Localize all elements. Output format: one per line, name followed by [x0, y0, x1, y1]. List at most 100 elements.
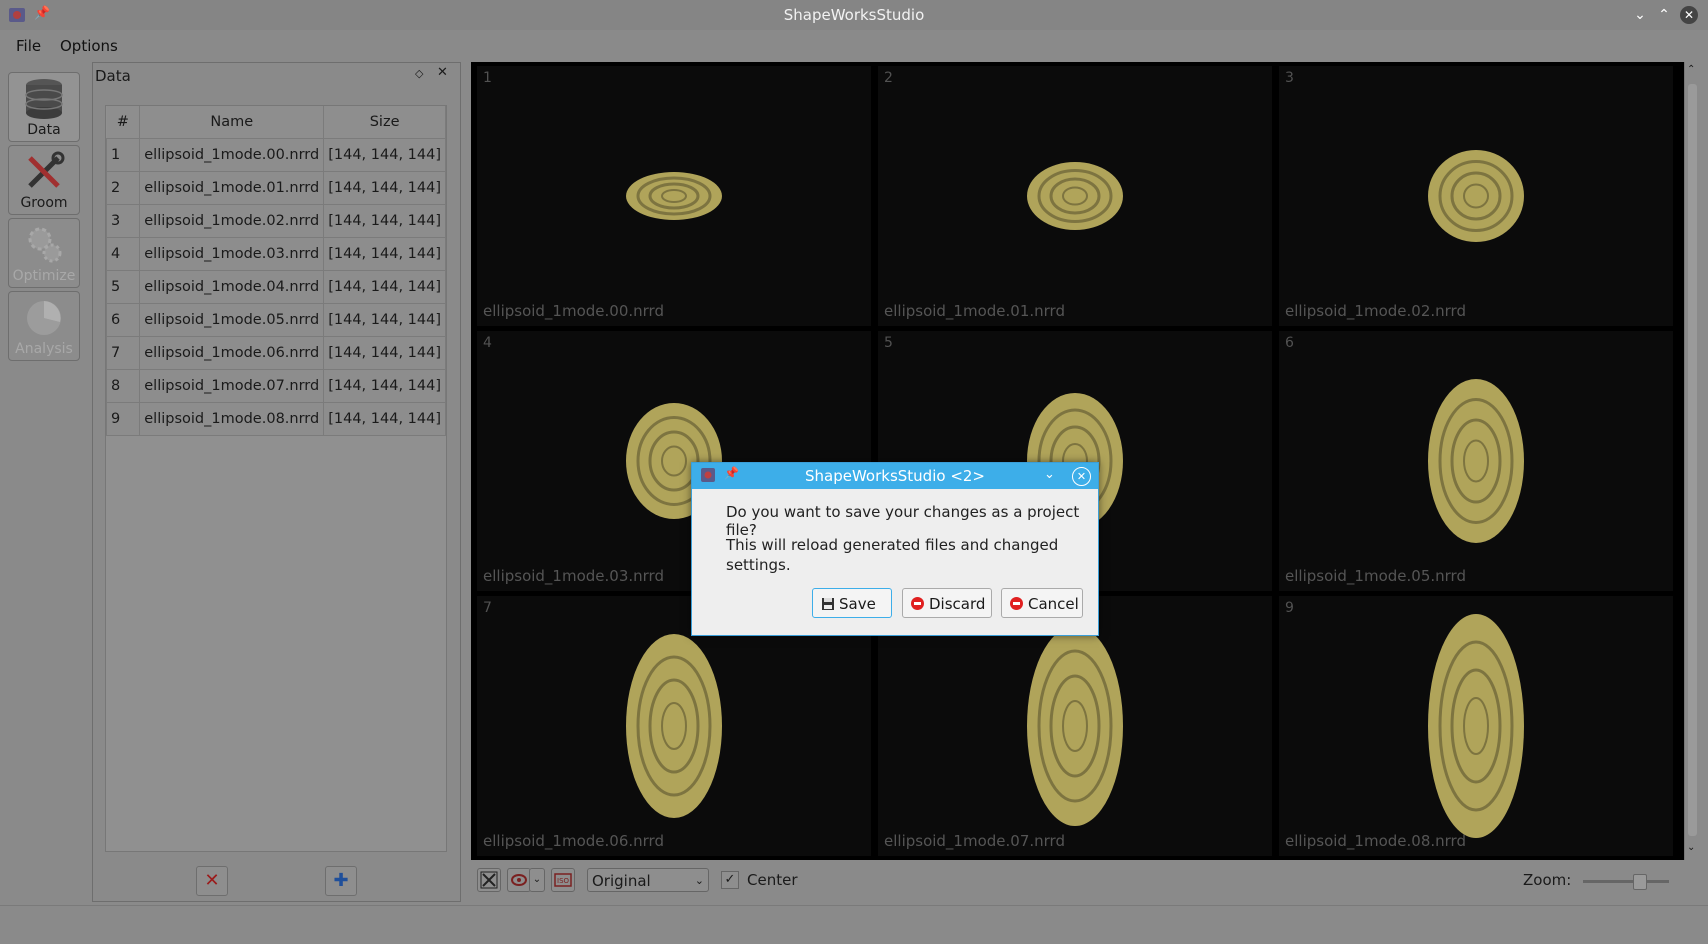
scroll-up-icon[interactable]: ⌃	[1687, 64, 1695, 75]
viewer-cell-number: 6	[1285, 335, 1294, 351]
table-cell-name: ellipsoid_1mode.04.nrrd	[139, 270, 325, 304]
column-header-size[interactable]: Size	[323, 106, 446, 139]
table-row[interactable]: 9 ellipsoid_1mode.08.nrrd [144, 144, 144]	[105, 402, 446, 436]
save-button[interactable]: Save	[812, 588, 892, 618]
optimize-tool-button[interactable]: Optimize	[8, 218, 80, 288]
maximize-icon[interactable]: ⌃	[1654, 5, 1674, 25]
viewer-cell-number: 2	[884, 70, 893, 86]
viewer-cell-number: 3	[1285, 70, 1294, 86]
table-row[interactable]: 5 ellipsoid_1mode.04.nrrd [144, 144, 144]	[105, 270, 446, 304]
minimize-icon[interactable]: ⌄	[1630, 5, 1650, 25]
data-tool-label: Data	[27, 122, 61, 138]
zoom-slider-track[interactable]	[1583, 880, 1669, 883]
dialog-message: Do you want to save your changes as a pr…	[726, 503, 1080, 539]
close-dock-icon[interactable]: ✕	[437, 65, 448, 80]
analysis-tool-label: Analysis	[15, 341, 73, 357]
cancel-button[interactable]: Cancel	[1001, 588, 1083, 618]
column-header-name[interactable]: Name	[139, 106, 325, 139]
table-cell-num: 2	[105, 171, 141, 205]
table-cell-name: ellipsoid_1mode.03.nrrd	[139, 237, 325, 271]
table-cell-name: ellipsoid_1mode.02.nrrd	[139, 204, 325, 238]
table-cell-name: ellipsoid_1mode.08.nrrd	[139, 402, 325, 436]
iso-surface-icon[interactable]: ISO	[551, 868, 575, 892]
minimize-icon[interactable]: ⌄	[1044, 467, 1055, 482]
viewer-cell[interactable]: 3 ellipsoid_1mode.02.nrrd	[1279, 66, 1673, 326]
viewer-cell-number: 1	[483, 70, 492, 86]
data-dock-panel: Data ◇ ✕ # Name Size 1 ellipsoid_1mode.00…	[92, 62, 461, 902]
pie-chart-icon	[27, 301, 61, 335]
table-row[interactable]: 7 ellipsoid_1mode.06.nrrd [144, 144, 144]	[105, 336, 446, 370]
table-row[interactable]: 3 ellipsoid_1mode.02.nrrd [144, 144, 144]	[105, 204, 446, 238]
table-cell-name: ellipsoid_1mode.05.nrrd	[139, 303, 325, 337]
float-dock-icon[interactable]: ◇	[415, 67, 423, 80]
zoom-slider-handle[interactable]	[1633, 874, 1647, 890]
zoom-label: Zoom:	[1523, 871, 1572, 889]
viewer-scrollbar[interactable]: ⌃ ⌄	[1684, 62, 1701, 860]
viewer-grid[interactable]: 1 ellipsoid_1mode.00.nrrd 2 ellipsoid_1mod…	[471, 62, 1684, 860]
ellipsoid-shape	[1428, 614, 1524, 838]
viewer-cell-filename: ellipsoid_1mode.00.nrrd	[483, 302, 664, 320]
table-row[interactable]: 1 ellipsoid_1mode.00.nrrd [144, 144, 144]	[105, 138, 446, 172]
menu-options[interactable]: Options	[60, 37, 118, 55]
ellipsoid-shape	[1428, 379, 1524, 543]
menu-file[interactable]: File	[16, 37, 41, 55]
table-row[interactable]: 4 ellipsoid_1mode.03.nrrd [144, 144, 144]	[105, 237, 446, 271]
dialog-detail: This will reload generated files and cha…	[726, 536, 1059, 574]
viewer-cell-filename: ellipsoid_1mode.03.nrrd	[483, 567, 664, 585]
tools-icon	[28, 151, 65, 188]
table-row[interactable]: 2 ellipsoid_1mode.01.nrrd [144, 144, 144]	[105, 171, 446, 205]
center-label: Center	[747, 871, 798, 889]
viewer-cell[interactable]: 2 ellipsoid_1mode.01.nrrd	[878, 66, 1272, 326]
table-cell-num: 8	[105, 369, 141, 403]
view-mode-icon[interactable]	[507, 868, 531, 892]
dock-title: Data	[95, 67, 131, 85]
save-project-dialog: 📌 ShapeWorksStudio <2> ⌄ ✕ Do you want t…	[691, 462, 1099, 636]
viewer-cell-filename: ellipsoid_1mode.02.nrrd	[1285, 302, 1466, 320]
table-cell-num: 6	[105, 303, 141, 337]
viewer-cell-filename: ellipsoid_1mode.05.nrrd	[1285, 567, 1466, 585]
scroll-down-icon[interactable]: ⌄	[1687, 842, 1695, 853]
table-cell-name: ellipsoid_1mode.01.nrrd	[139, 171, 325, 205]
database-icon	[25, 79, 63, 119]
viewer-cell-number: 5	[884, 335, 893, 351]
data-tool-button[interactable]: Data	[8, 72, 80, 142]
viewer-cell-number: 9	[1285, 600, 1294, 616]
remove-shape-button[interactable]: ✕	[196, 866, 228, 896]
add-shape-button[interactable]: ✚	[325, 866, 357, 896]
viewer-cell-number: 7	[483, 600, 492, 616]
viewer-cell-number: 4	[483, 335, 492, 351]
window-titlebar: 📌 ShapeWorksStudio ⌄ ⌃ ✕	[0, 0, 1708, 30]
table-cell-name: ellipsoid_1mode.06.nrrd	[139, 336, 325, 370]
analysis-tool-button[interactable]: Analysis	[8, 291, 80, 361]
discard-icon	[911, 597, 924, 610]
table-cell-num: 3	[105, 204, 141, 238]
save-button-label: Save	[839, 595, 876, 613]
close-icon[interactable]: ✕	[1072, 467, 1091, 486]
table-cell-num: 9	[105, 402, 141, 436]
data-table: # Name Size 1 ellipsoid_1mode.00.nrrd [144…	[105, 105, 447, 852]
viewer-cell[interactable]: 9 ellipsoid_1mode.08.nrrd	[1279, 596, 1673, 856]
table-cell-name: ellipsoid_1mode.07.nrrd	[139, 369, 325, 403]
table-cell-size: [144, 144, 144]	[323, 270, 446, 304]
table-cell-num: 4	[105, 237, 141, 271]
table-row[interactable]: 8 ellipsoid_1mode.07.nrrd [144, 144, 144]	[105, 369, 446, 403]
viewer-toolbar: ⌄ ISO Original ⌄ ✓ Center Zoom:	[471, 864, 1700, 898]
view-mode-dropdown-icon[interactable]: ⌄	[529, 868, 545, 892]
column-header-num[interactable]: #	[106, 106, 141, 139]
discard-button-label: Discard	[929, 595, 986, 613]
optimize-tool-label: Optimize	[12, 268, 76, 284]
window-title: ShapeWorksStudio	[783, 6, 925, 24]
groom-tool-button[interactable]: Groom	[8, 145, 80, 215]
close-icon[interactable]: ✕	[1680, 6, 1698, 24]
viewer-cell[interactable]: 6 ellipsoid_1mode.05.nrrd	[1279, 331, 1673, 591]
table-row[interactable]: 6 ellipsoid_1mode.05.nrrd [144, 144, 144]	[105, 303, 446, 337]
table-cell-size: [144, 144, 144]	[323, 171, 446, 205]
display-mode-select[interactable]: Original ⌄	[587, 868, 709, 892]
autoview-icon[interactable]	[477, 868, 501, 892]
center-checkbox[interactable]: ✓	[721, 871, 739, 889]
scrollbar-thumb[interactable]	[1688, 84, 1697, 836]
status-bar	[0, 905, 1708, 944]
viewer-cell[interactable]: 1 ellipsoid_1mode.00.nrrd	[477, 66, 871, 326]
cancel-button-label: Cancel	[1028, 595, 1079, 613]
discard-button[interactable]: Discard	[902, 588, 992, 618]
